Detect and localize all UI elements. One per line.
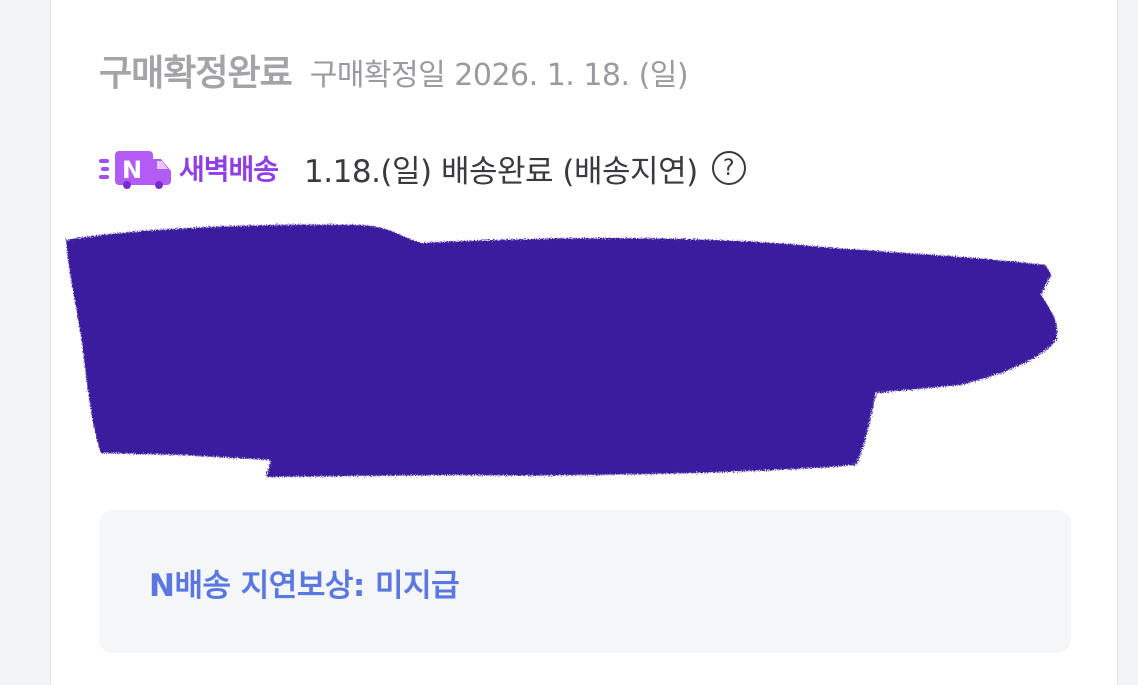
delivery-status-text: 1.18.(일) 배송완료 (배송지연) — [304, 153, 698, 190]
order-status-title: 구매확정완료 — [99, 53, 293, 94]
dawn-delivery-badge: N 새벽배송 — [99, 145, 279, 191]
delay-compensation-box: N배송 지연보상: 미지급 — [99, 510, 1071, 653]
order-card: 구매확정완료 구매확정일 2026. 1. 18. (일) N 새벽배송 1.1… — [50, 0, 1118, 685]
purchase-confirm-date: 구매확정일 2026. 1. 18. (일) — [309, 58, 689, 93]
delivery-status-row: N 새벽배송 1.18.(일) 배송완료 (배송지연) ? — [99, 145, 746, 191]
order-status-row: 구매확정완료 구매확정일 2026. 1. 18. (일) — [99, 44, 689, 96]
help-icon[interactable]: ? — [711, 151, 746, 185]
svg-text:N: N — [122, 156, 142, 184]
redaction-scribble — [66, 224, 1058, 477]
n-delivery-truck-icon: N — [99, 151, 171, 189]
delay-compensation-text: N배송 지연보상: 미지급 — [149, 568, 460, 604]
dawn-delivery-label: 새벽배송 — [179, 153, 279, 186]
